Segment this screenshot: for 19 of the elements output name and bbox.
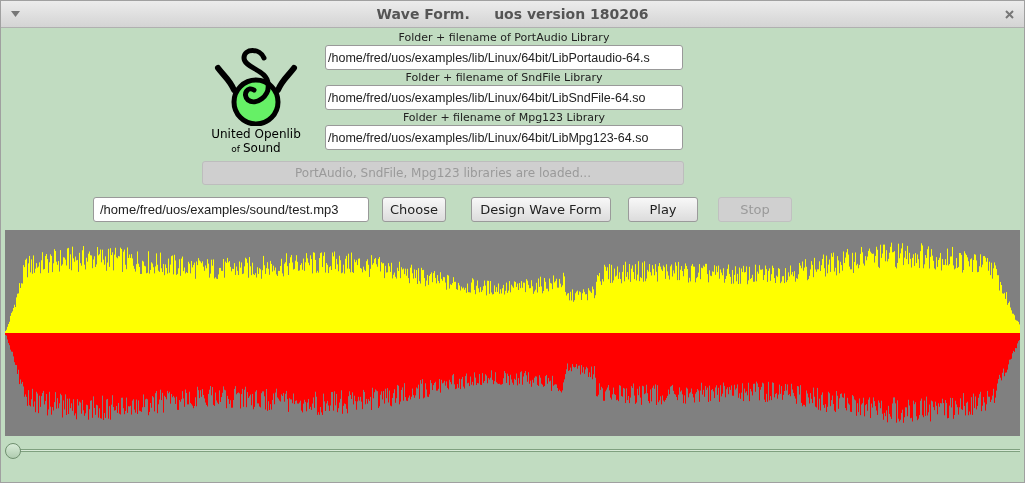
window-title: Wave Form. uos version 180206 bbox=[375, 4, 650, 24]
library-path-field[interactable]: /home/fred/uos/examples/lib/Linux/64bit/LibMpg123-64.so bbox=[325, 125, 683, 150]
button[interactable]: Design Wave Form bbox=[471, 197, 611, 223]
slider-thumb[interactable] bbox=[5, 443, 21, 460]
position-slider[interactable] bbox=[5, 442, 1020, 461]
field-label: Folder + filename of SndFile Library bbox=[405, 70, 603, 85]
button[interactable]: Play bbox=[628, 197, 698, 223]
field-label: Folder + filename of Mpg123 Library bbox=[402, 110, 606, 125]
window-menu-icon[interactable] bbox=[11, 11, 20, 17]
logo-icon bbox=[214, 46, 298, 126]
logo-text: Sound bbox=[242, 141, 281, 155]
logo-text: United Openlib bbox=[211, 127, 301, 141]
library-path-field[interactable]: /home/fred/uos/examples/lib/Linux/64bit/LibPortaudio-64.s bbox=[325, 45, 683, 70]
field-label: Folder + filename of PortAudio Library bbox=[398, 30, 610, 45]
logo-text: of bbox=[231, 143, 240, 156]
sound-file-field[interactable]: /home/fred/uos/examples/sound/test.mp3 bbox=[93, 197, 369, 223]
close-icon[interactable] bbox=[1005, 9, 1014, 19]
button[interactable]: Choose bbox=[382, 197, 446, 223]
library-path-field[interactable]: /home/fred/uos/examples/lib/Linux/64bit/LibSndFile-64.so bbox=[325, 85, 683, 110]
